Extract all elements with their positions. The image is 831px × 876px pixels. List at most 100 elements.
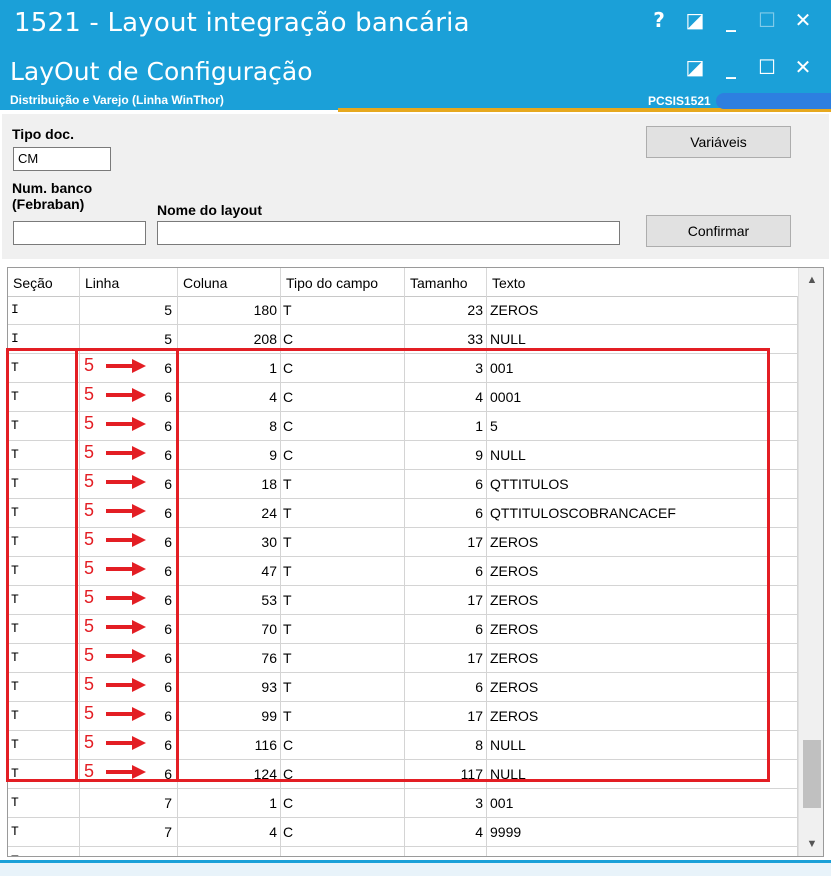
cell-tipo-campo: C	[281, 731, 405, 759]
cell-linha: 6	[80, 586, 178, 614]
cell-texto: ZEROS	[487, 528, 798, 556]
inner-minimize-button[interactable]: _	[713, 55, 749, 83]
cell-coluna: 70	[178, 615, 281, 643]
scroll-down-icon[interactable]: ▼	[799, 834, 823, 854]
inner-maximize-button[interactable]: ☐	[749, 55, 785, 83]
cell-texto: 9999	[487, 818, 798, 846]
cell-linha: 7	[80, 847, 178, 856]
table-row[interactable]: T 6 93 T 6 ZEROS	[8, 673, 798, 702]
routine-code: PCSIS1521	[648, 94, 711, 108]
form-area: Tipo doc. CM Num. banco (Febraban) Nome …	[2, 114, 829, 259]
table-row[interactable]: T 6 47 T 6 ZEROS	[8, 557, 798, 586]
cell-tipo-campo: T	[281, 296, 405, 324]
cell-coluna: 53	[178, 586, 281, 614]
column-header-tamanho[interactable]: Tamanho	[405, 268, 487, 296]
cell-coluna: 24	[178, 499, 281, 527]
cell-texto: NULL	[487, 760, 798, 788]
cell-tamanho: 9	[405, 441, 487, 469]
cell-tamanho: 4	[405, 383, 487, 411]
inner-close-button[interactable]: ✕	[785, 55, 821, 83]
vertical-scrollbar[interactable]: ▲ ▼	[798, 268, 823, 856]
cell-texto: ZEROS	[487, 673, 798, 701]
cell-linha: 6	[80, 441, 178, 469]
column-header-texto[interactable]: Texto	[487, 268, 798, 296]
table-row[interactable]: T 6 4 C 4 0001	[8, 383, 798, 412]
cell-linha: 6	[80, 354, 178, 382]
num-banco-field[interactable]	[13, 221, 146, 245]
cell-texto: ZEROS	[487, 557, 798, 585]
minimize-button[interactable]: _	[713, 8, 749, 36]
table-row[interactable]: T78C19	[8, 847, 798, 856]
table-row[interactable]: T68C15	[8, 412, 798, 441]
cell-texto: ZEROS	[487, 586, 798, 614]
cell-tamanho: 3	[405, 789, 487, 817]
cell-coluna: 4	[178, 383, 281, 411]
scroll-thumb[interactable]	[803, 740, 821, 808]
cell-tamanho: 4	[405, 818, 487, 846]
cell-texto: ZEROS	[487, 615, 798, 643]
cell-linha: 6	[80, 557, 178, 585]
tipo-doc-field[interactable]: CM	[13, 147, 111, 171]
cell-coluna: 8	[178, 847, 281, 856]
table-row[interactable]: T 6 18 T 6 QTTITULOS	[8, 470, 798, 499]
table-row[interactable]: T 6 30 T 17 ZEROS	[8, 528, 798, 557]
scroll-up-icon[interactable]: ▲	[799, 270, 823, 290]
cell-secao: T	[8, 847, 80, 856]
cell-secao: T	[8, 586, 80, 614]
help-button[interactable]: ?	[641, 8, 677, 36]
cell-coluna: 1	[178, 354, 281, 382]
cell-tipo-campo: T	[281, 673, 405, 701]
cell-secao: T	[8, 557, 80, 585]
cell-tipo-campo: C	[281, 847, 405, 856]
table-row[interactable]: T 6 116 C 8 NULL	[8, 731, 798, 760]
column-header-secao[interactable]: Seção	[8, 268, 80, 296]
cell-tipo-campo: T	[281, 499, 405, 527]
table-row[interactable]: T 6 9 C 9 NULL	[8, 441, 798, 470]
cell-linha: 6	[80, 499, 178, 527]
cell-coluna: 180	[178, 296, 281, 324]
table-row[interactable]: T 6 24 T 6 QTTITULOSCOBRANCACEF	[8, 499, 798, 528]
cell-tipo-campo: C	[281, 789, 405, 817]
cell-tipo-campo: C	[281, 325, 405, 353]
cell-coluna: 47	[178, 557, 281, 585]
cell-tipo-campo: T	[281, 644, 405, 672]
num-banco-label: Num. banco	[12, 180, 93, 196]
cell-coluna: 9	[178, 441, 281, 469]
cell-tamanho: 17	[405, 586, 487, 614]
cell-texto: NULL	[487, 731, 798, 759]
table-row[interactable]: T 6 1 C 3 001	[8, 354, 798, 383]
table-row[interactable]: T 6 124 C 117 NULL	[8, 760, 798, 789]
cell-secao: T	[8, 441, 80, 469]
cell-texto: 9	[487, 847, 798, 856]
nome-layout-field[interactable]	[157, 221, 620, 245]
table-row[interactable]: T 6 53 T 17 ZEROS	[8, 586, 798, 615]
table-row[interactable]: T 6 76 T 17 ZEROS	[8, 644, 798, 673]
column-header-coluna[interactable]: Coluna	[178, 268, 281, 296]
confirmar-button[interactable]: Confirmar	[646, 215, 791, 247]
column-header-tipo-campo[interactable]: Tipo do campo	[281, 268, 405, 296]
cell-linha: 6	[80, 673, 178, 701]
cell-linha: 6	[80, 470, 178, 498]
maximize-button[interactable]: ☐	[749, 8, 785, 36]
cell-coluna: 8	[178, 412, 281, 440]
cell-secao: T	[8, 470, 80, 498]
table-row[interactable]: I 5 180 T 23 ZEROS	[8, 296, 798, 325]
table-row[interactable]: T 7 4 C 4 9999	[8, 818, 798, 847]
cell-secao: T	[8, 818, 80, 846]
table-row[interactable]: T 6 70 T 6 ZEROS	[8, 615, 798, 644]
cell-coluna: 93	[178, 673, 281, 701]
cell-tipo-campo: T	[281, 470, 405, 498]
restore-button[interactable]: ◪	[677, 8, 713, 36]
table-row[interactable]: I 5 208 C 33 NULL	[8, 325, 798, 354]
cell-secao: T	[8, 731, 80, 759]
column-header-linha[interactable]: Linha	[80, 268, 178, 296]
close-button[interactable]: ✕	[785, 8, 821, 36]
table-row[interactable]: T 6 99 T 17 ZEROS	[8, 702, 798, 731]
table-row[interactable]: T 7 1 C 3 001	[8, 789, 798, 818]
variaveis-button[interactable]: Variáveis	[646, 126, 791, 158]
cell-tamanho: 6	[405, 470, 487, 498]
cell-tipo-campo: T	[281, 615, 405, 643]
inner-restore-button[interactable]: ◪	[677, 55, 713, 83]
layout-grid[interactable]: Seção Linha Coluna Tipo do campo Tamanho…	[7, 267, 824, 857]
cell-tamanho: 23	[405, 296, 487, 324]
